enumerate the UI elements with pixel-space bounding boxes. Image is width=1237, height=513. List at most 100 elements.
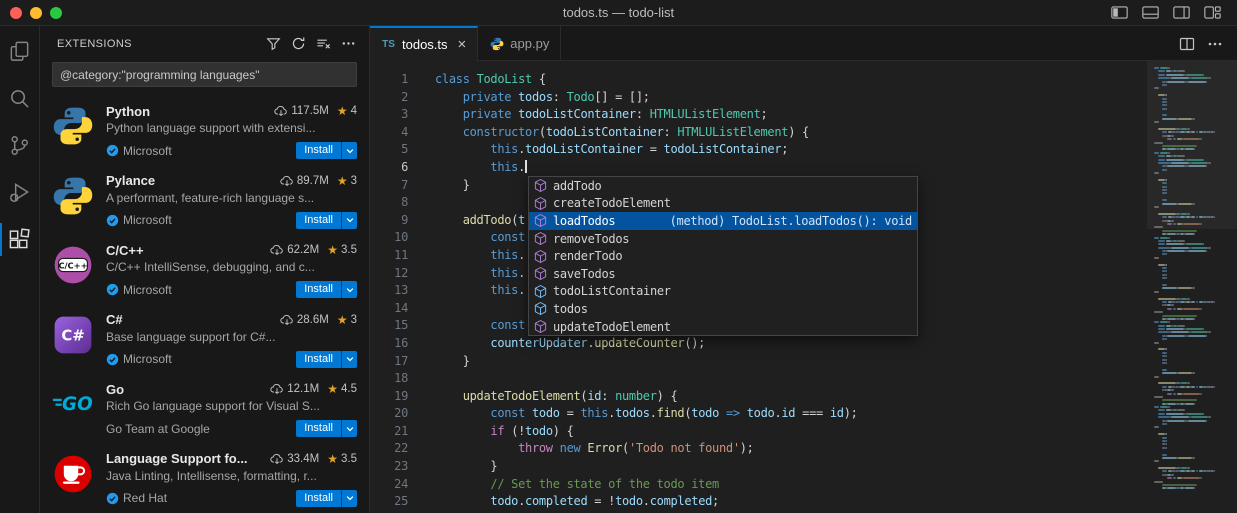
suggestion-label: renderTodo [553, 249, 622, 263]
line-number: 5 [370, 141, 408, 159]
extension-row[interactable]: GOGo12.1M★4.5Rich Go language support fo… [40, 372, 369, 442]
extension-title-row: Pylance89.7M★3 [106, 172, 357, 190]
minimize-window-button[interactable] [30, 7, 42, 19]
minimap-line [1154, 315, 1235, 317]
toggle-secondary-sidebar-button[interactable] [1173, 5, 1190, 20]
views-and-more-actions-button[interactable] [338, 33, 359, 54]
code-line: 17 } [370, 353, 1237, 371]
suggestion-saveTodos[interactable]: saveTodos [529, 265, 917, 283]
activity-bar-item-extensions[interactable] [0, 216, 39, 263]
activity-bar-item-source-control[interactable] [0, 122, 39, 169]
minimap-line [1154, 287, 1235, 289]
cloud-download-icon [270, 382, 284, 396]
toggle-panel-button[interactable] [1142, 5, 1159, 20]
clear-extension-search-results-button[interactable] [313, 33, 334, 54]
minimap-line [1154, 413, 1235, 415]
editor-body[interactable]: 1class TodoList {2 private todos: Todo[]… [370, 61, 1237, 513]
rating-value: 3 [351, 175, 357, 187]
extension-search-input[interactable] [53, 68, 356, 82]
publisher-name: Red Hat [123, 491, 167, 505]
install-button[interactable]: Install [296, 281, 341, 298]
suggestion-loadTodos[interactable]: loadTodos(method) TodoList.loadTodos(): … [529, 212, 917, 230]
line-number: 14 [370, 300, 408, 318]
tab-close-button[interactable]: × [458, 37, 467, 52]
line-content [408, 300, 435, 318]
minimap[interactable] [1147, 61, 1237, 513]
suggest-widget: addTodocreateTodoElementloadTodos(method… [528, 176, 918, 336]
install-dropdown-button[interactable] [341, 351, 357, 368]
install-button[interactable]: Install [296, 351, 341, 368]
chevron-down-icon [345, 146, 355, 156]
install-dropdown-button[interactable] [341, 281, 357, 298]
minimap-line [1154, 240, 1235, 242]
minimap-line [1154, 399, 1235, 401]
extension-row[interactable]: Python117.5M★4Python language support wi… [40, 94, 369, 164]
tab-todos-ts[interactable]: TStodos.ts× [370, 26, 478, 61]
more-actions-button[interactable] [1207, 36, 1223, 52]
minimap-line [1154, 467, 1235, 469]
extension-description: Python language support with extensi... [106, 121, 357, 138]
suggestion-renderTodo[interactable]: renderTodo [529, 247, 917, 265]
minimap-line [1154, 247, 1235, 249]
extension-search-box[interactable] [52, 62, 357, 87]
install-dropdown-button[interactable] [341, 142, 357, 159]
traffic-lights [0, 7, 62, 19]
install-dropdown-button[interactable] [341, 420, 357, 437]
minimap-line [1154, 450, 1235, 452]
minimap-line [1154, 267, 1235, 269]
svg-text:GO: GO [62, 394, 93, 415]
split-editor-button[interactable] [1179, 36, 1195, 52]
extension-name: C/C++ [106, 243, 144, 258]
split-icon [1179, 36, 1195, 52]
publisher: Go Team at Google [106, 422, 210, 436]
toggle-primary-sidebar-button[interactable] [1111, 5, 1128, 20]
activity-bar-item-run-and-debug[interactable] [0, 169, 39, 216]
minimap-line [1154, 274, 1235, 276]
extension-row[interactable]: C/C++C/C++62.2M★3.5C/C++ IntelliSense, d… [40, 233, 369, 303]
install-button[interactable]: Install [296, 420, 341, 437]
suggestion-addTodo[interactable]: addTodo [529, 177, 917, 195]
suggestion-removeTodos[interactable]: removeTodos [529, 230, 917, 248]
activity-bar-item-search[interactable] [0, 75, 39, 122]
zoom-window-button[interactable] [50, 7, 62, 19]
extension-row[interactable]: Language Support fo...33.4M★3.5Java Lint… [40, 442, 369, 512]
line-content: this. [408, 159, 527, 177]
install-dropdown-button[interactable] [341, 490, 357, 507]
suggestion-createTodoElement[interactable]: createTodoElement [529, 195, 917, 213]
customize-layout-button[interactable] [1204, 5, 1221, 20]
method-icon [533, 178, 548, 193]
suggestion-todoListContainer[interactable]: todoListContainer [529, 283, 917, 301]
extension-row[interactable]: Pylance89.7M★3A performant, feature-rich… [40, 164, 369, 234]
rating-value: 3 [351, 314, 357, 326]
method-icon [533, 213, 548, 228]
install-button[interactable]: Install [296, 490, 341, 507]
minimap-line [1154, 487, 1235, 489]
suggestion-updateTodoElement[interactable]: updateTodoElement [529, 318, 917, 336]
refresh-button[interactable] [288, 33, 309, 54]
java-logo [52, 453, 94, 495]
cloud-download-icon [280, 174, 294, 188]
tab-app-py[interactable]: app.py [478, 26, 561, 61]
verified-publisher-icon [106, 492, 119, 505]
suggestion-todos[interactable]: todos [529, 300, 917, 318]
extension-description: A performant, feature-rich language s... [106, 191, 357, 208]
install-button[interactable]: Install [296, 142, 341, 159]
install-button[interactable]: Install [296, 212, 341, 229]
code-line: 2 private todos: Todo[] = []; [370, 89, 1237, 107]
line-number: 9 [370, 212, 408, 230]
minimap-line [1154, 325, 1235, 327]
filter-extensions-button[interactable] [263, 33, 284, 54]
minimap-line [1154, 284, 1235, 286]
python-logo [52, 175, 94, 217]
extension-row[interactable]: C#C#28.6M★3Base language support for C#.… [40, 303, 369, 373]
method-icon [533, 319, 548, 334]
suggestion-label: loadTodos [553, 214, 615, 228]
line-content [408, 194, 435, 212]
install-dropdown-button[interactable] [341, 212, 357, 229]
line-content: const [408, 317, 525, 335]
activity-bar-item-explorer[interactable] [0, 28, 39, 75]
suggestion-label: removeTodos [553, 232, 629, 246]
ellipsis-icon [1207, 36, 1223, 52]
star-icon: ★ [337, 174, 348, 188]
close-window-button[interactable] [10, 7, 22, 19]
